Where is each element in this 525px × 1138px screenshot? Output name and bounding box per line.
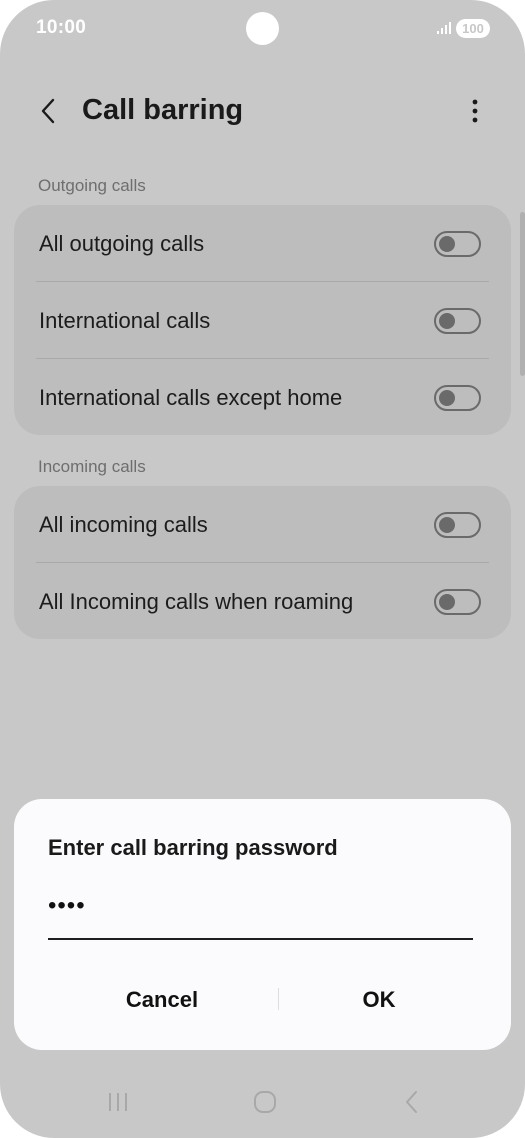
section-header-incoming: Incoming calls: [38, 457, 146, 476]
nav-back-button[interactable]: [392, 1082, 432, 1122]
toggle-knob: [439, 593, 455, 610]
row-all-incoming-calls[interactable]: All incoming calls: [14, 486, 511, 563]
more-vertical-icon: [472, 99, 478, 123]
back-button[interactable]: [30, 93, 66, 129]
phone-screen: 10:00 100 Call barring Outgoing calls Al…: [0, 0, 525, 1138]
recents-button[interactable]: [98, 1082, 138, 1122]
password-value: ••••: [48, 892, 86, 919]
outgoing-calls-card: All outgoing calls International calls I…: [14, 205, 511, 435]
app-bar: Call barring: [0, 80, 525, 142]
toggle-switch[interactable]: [434, 511, 481, 538]
password-input[interactable]: ••••: [48, 892, 473, 940]
more-options-button[interactable]: [460, 93, 490, 129]
section-header-outgoing: Outgoing calls: [38, 176, 146, 195]
toggle-switch[interactable]: [434, 307, 481, 334]
row-label: International calls: [39, 307, 211, 333]
home-button[interactable]: [245, 1082, 285, 1122]
toggle-switch[interactable]: [434, 230, 481, 257]
home-icon: [254, 1091, 276, 1113]
row-label: All outgoing calls: [39, 230, 205, 256]
row-label: All incoming calls: [39, 511, 208, 537]
signal-icon: [437, 22, 451, 34]
password-dialog: Enter call barring password •••• Cancel …: [14, 799, 511, 1050]
dialog-title: Enter call barring password: [48, 835, 338, 860]
page-title: Call barring: [82, 94, 244, 126]
row-label: International calls except home: [39, 384, 343, 410]
back-icon: [406, 1091, 417, 1113]
row-international-except-home[interactable]: International calls except home: [14, 359, 511, 436]
cancel-button[interactable]: Cancel: [62, 980, 262, 1020]
toggle-knob: [439, 516, 455, 533]
toggle-knob: [439, 312, 455, 329]
toggle-switch[interactable]: [434, 588, 481, 615]
row-international-calls[interactable]: International calls: [14, 282, 511, 359]
status-time: 10:00: [36, 17, 87, 38]
row-incoming-when-roaming[interactable]: All Incoming calls when roaming: [14, 563, 511, 640]
incoming-calls-card: All incoming calls All Incoming calls wh…: [14, 486, 511, 639]
status-bar: 10:00 100: [0, 0, 525, 56]
row-all-outgoing-calls[interactable]: All outgoing calls: [14, 205, 511, 282]
navigation-bar: [0, 1068, 525, 1138]
toggle-knob: [439, 235, 455, 252]
scrollbar[interactable]: [520, 212, 525, 376]
ok-button[interactable]: OK: [279, 980, 479, 1020]
recents-icon: [109, 1093, 127, 1111]
row-label: All Incoming calls when roaming: [39, 588, 354, 614]
front-camera: [246, 12, 279, 45]
battery-icon: 100: [456, 19, 490, 38]
toggle-switch[interactable]: [434, 384, 481, 411]
toggle-knob: [439, 389, 455, 406]
back-arrow-icon: [41, 98, 55, 124]
